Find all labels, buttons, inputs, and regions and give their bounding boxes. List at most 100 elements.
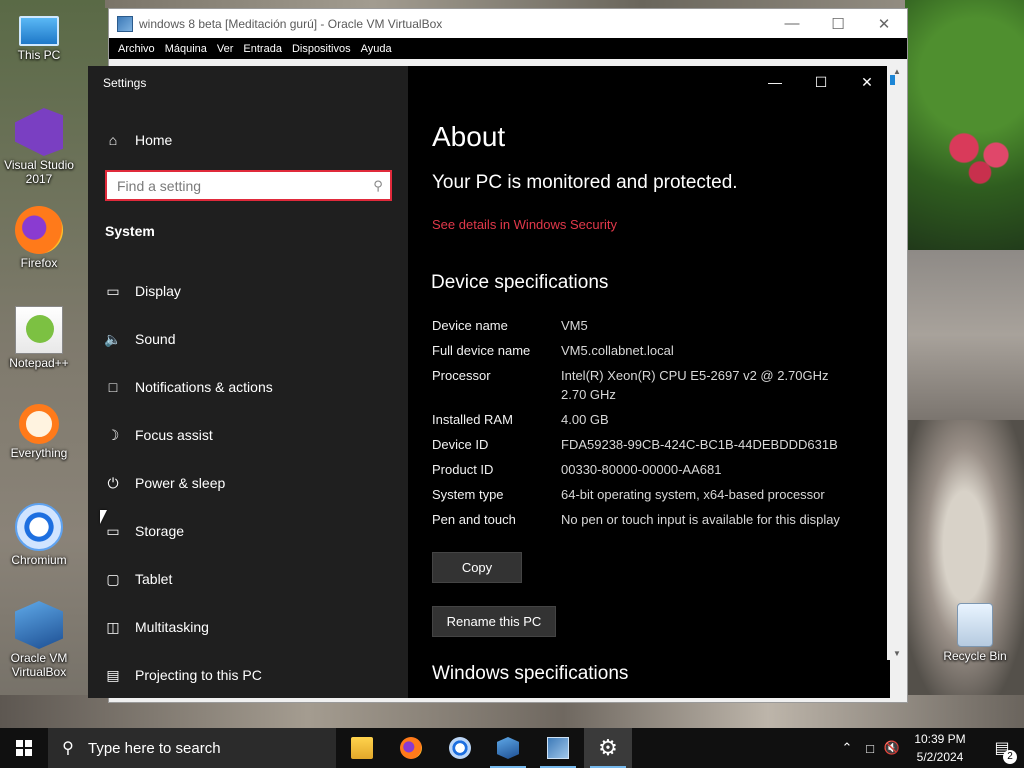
taskbar-vm-window[interactable]: [534, 728, 582, 768]
find-setting-search[interactable]: ⚲: [105, 170, 392, 201]
desktop-icon-label: Recycle Bin: [943, 649, 1007, 663]
desktop-icon-firefox[interactable]: Firefox: [0, 206, 78, 270]
nav-item-label: Home: [135, 132, 173, 148]
desktop-icon-recycle-bin[interactable]: Recycle Bin: [936, 603, 1014, 663]
nav-item-label: Storage: [135, 523, 185, 539]
protection-status: Your PC is monitored and protected.: [432, 172, 738, 193]
virtualbox-scrollbar[interactable]: ▲ ▼: [887, 65, 907, 660]
page-title: About: [432, 121, 506, 152]
nav-item-power-sleep[interactable]: ⏻ Power & sleep: [104, 471, 225, 495]
maximize-button[interactable]: ☐: [815, 9, 861, 38]
desktop-icon-label: Firefox: [20, 256, 58, 270]
settings-close-button[interactable]: ✕: [844, 66, 890, 98]
minimize-button[interactable]: —: [769, 9, 815, 38]
menu-ayuda[interactable]: Ayuda: [356, 43, 397, 55]
windows-specs-heading: Windows specifications: [432, 663, 629, 684]
desktop-icon-label: This PC: [17, 48, 61, 62]
taskbar-virtualbox[interactable]: [484, 728, 532, 768]
nav-item-focus-assist[interactable]: ☽ Focus assist: [104, 423, 213, 447]
start-button[interactable]: [0, 728, 48, 768]
desktop-icon-this-pc[interactable]: This PC: [0, 8, 78, 62]
menu-ver[interactable]: Ver: [212, 43, 239, 55]
clock-time: 10:39 PM: [914, 732, 966, 746]
storage-icon: ▭: [106, 522, 120, 539]
nav-item-notifications[interactable]: □ Notifications & actions: [104, 375, 273, 399]
tray-network[interactable]: □: [860, 728, 880, 768]
chevron-up-icon: ⌃: [841, 740, 853, 755]
spec-key: Device ID: [432, 437, 489, 452]
menu-entrada[interactable]: Entrada: [238, 43, 287, 55]
clock-date: 5/2/2024: [916, 750, 964, 764]
nav-item-projecting[interactable]: ▤ Projecting to this PC: [104, 663, 262, 687]
spec-key: Processor: [432, 368, 491, 383]
nav-item-display[interactable]: ▭ Display: [104, 279, 181, 303]
virtualbox-icon: [497, 737, 519, 759]
settings-content-pane: — ☐ ✕ About Your PC is monitored and pro…: [408, 66, 890, 698]
scroll-down-arrow[interactable]: ▼: [893, 649, 901, 658]
vm-window-icon: [547, 737, 569, 759]
gear-icon: ⚙: [598, 735, 618, 760]
file-explorer-icon: [351, 737, 373, 759]
spec-value: 4.00 GB: [561, 412, 609, 427]
taskbar-firefox[interactable]: [387, 728, 435, 768]
chromium-icon: [15, 503, 63, 551]
search-icon: ⚲: [62, 740, 74, 757]
action-center-button[interactable]: ▤ 2: [982, 728, 1022, 768]
display-icon: ▭: [106, 282, 120, 299]
taskbar-clock[interactable]: 10:39 PM 5/2/2024: [905, 730, 975, 766]
nav-item-home[interactable]: ⌂ Home: [104, 128, 173, 152]
virtualbox-titlebar[interactable]: windows 8 beta [Meditación gurú] - Oracl…: [109, 9, 907, 38]
visual-studio-icon: [15, 108, 63, 156]
desktop-icon-everything[interactable]: Everything: [0, 404, 78, 460]
nav-item-label: Projecting to this PC: [135, 667, 262, 683]
nav-item-multitasking[interactable]: ◫ Multitasking: [104, 615, 209, 639]
rename-pc-button[interactable]: Rename this PC: [432, 606, 556, 637]
windows-logo-icon: [16, 740, 32, 756]
menu-dispositivos[interactable]: Dispositivos: [287, 43, 356, 55]
nav-item-sound[interactable]: 🔈 Sound: [104, 327, 175, 351]
power-icon: ⏻: [107, 474, 119, 491]
firefox-icon: [400, 737, 422, 759]
desktop-icon-virtualbox[interactable]: Oracle VM VirtualBox: [0, 601, 78, 679]
scroll-thumb[interactable]: [890, 75, 895, 85]
menu-maquina[interactable]: Máquina: [160, 43, 212, 55]
nav-item-tablet[interactable]: ▢ Tablet: [104, 567, 172, 591]
chromium-icon: [449, 737, 471, 759]
virtualbox-window: windows 8 beta [Meditación gurú] - Oracl…: [88, 8, 908, 703]
desktop-icon-label: Everything: [10, 446, 68, 460]
desktop-icon-notepad-plus-plus[interactable]: Notepad++: [0, 306, 78, 370]
desktop-icon-visual-studio[interactable]: Visual Studio 2017: [0, 108, 78, 186]
desktop-icon-chromium[interactable]: Chromium: [0, 503, 78, 567]
nav-item-storage[interactable]: ▭ Storage: [104, 519, 184, 543]
notification-count-badge: 2: [1003, 750, 1017, 764]
find-setting-input[interactable]: [107, 172, 366, 199]
nav-item-label: Focus assist: [135, 427, 213, 443]
projector-icon: ▤: [106, 666, 120, 683]
taskbar-settings[interactable]: ⚙: [584, 728, 632, 768]
recycle-bin-icon: [957, 603, 993, 647]
nav-item-label: Tablet: [135, 571, 173, 587]
windows-security-link[interactable]: See details in Windows Security: [432, 217, 617, 232]
spec-key: Full device name: [432, 343, 531, 358]
network-icon: □: [866, 740, 874, 756]
spec-value: No pen or touch input is available for t…: [561, 512, 840, 527]
menu-archivo[interactable]: Archivo: [113, 43, 160, 55]
taskbar: ⚲ Type here to search ⚙ ⌃ □ 🔇 10:39 PM 5…: [0, 728, 1024, 768]
close-button[interactable]: ✕: [861, 9, 907, 38]
spec-value: FDA59238-99CB-424C-BC1B-44DEBDDD631B: [561, 437, 838, 452]
settings-maximize-button[interactable]: ☐: [798, 66, 844, 98]
everything-search-icon: [19, 404, 59, 444]
tray-overflow-chevron[interactable]: ⌃: [838, 728, 856, 768]
nav-item-label: Sound: [135, 331, 176, 347]
nav-section-title: System: [105, 223, 155, 239]
desktop-icon-label: Visual Studio 2017: [4, 158, 74, 186]
spec-key: Pen and touch: [432, 512, 516, 527]
spec-key: System type: [432, 487, 504, 502]
taskbar-chromium[interactable]: [436, 728, 484, 768]
copy-button[interactable]: Copy: [432, 552, 522, 583]
tray-volume[interactable]: 🔇: [882, 728, 902, 768]
settings-minimize-button[interactable]: —: [752, 66, 798, 98]
taskbar-file-explorer[interactable]: [338, 728, 386, 768]
taskbar-search[interactable]: ⚲ Type here to search: [48, 728, 336, 768]
tablet-icon: ▢: [106, 570, 120, 587]
